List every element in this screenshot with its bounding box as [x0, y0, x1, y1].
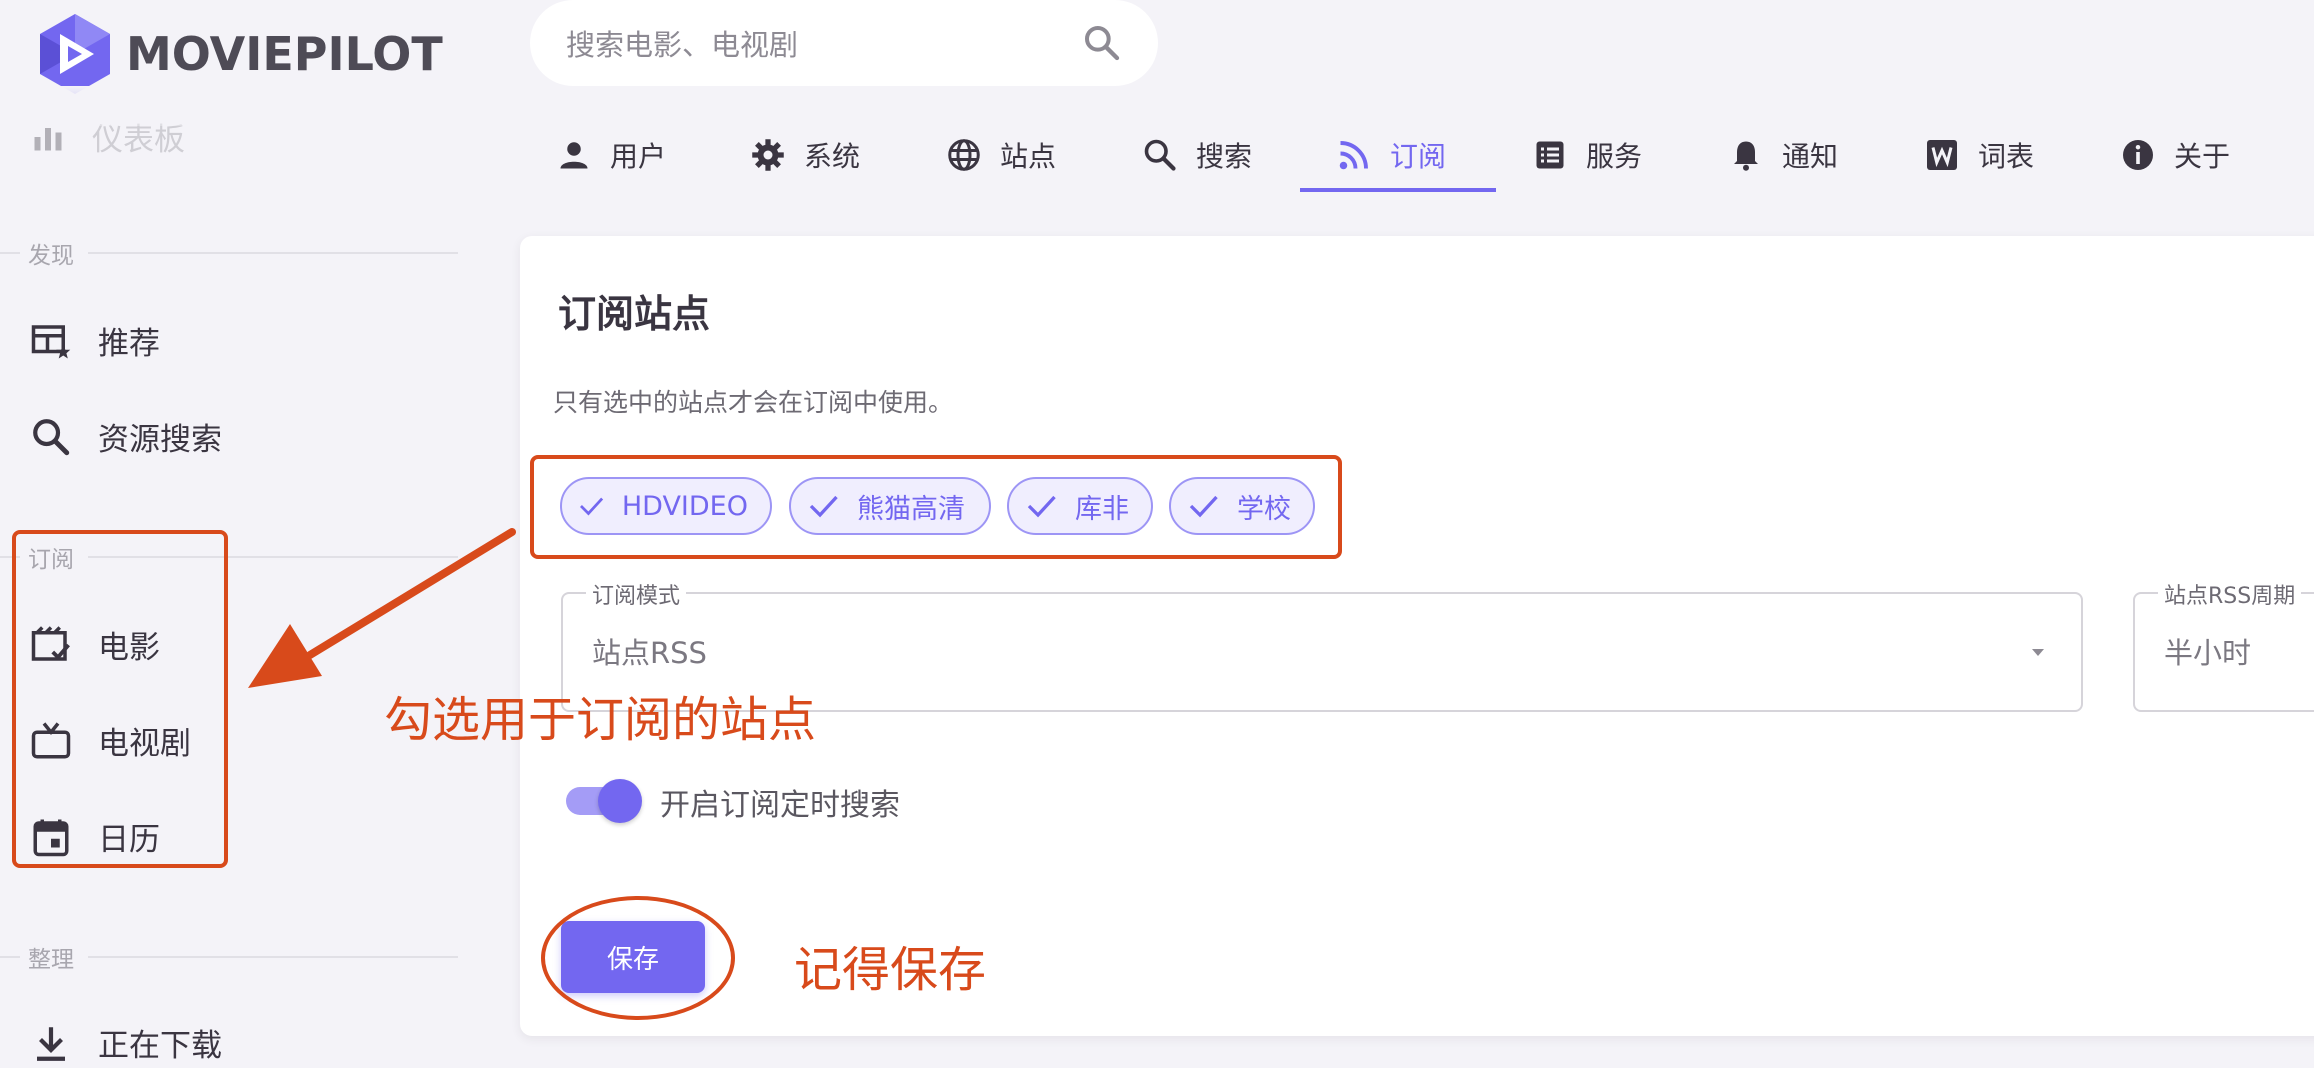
gear-icon [752, 139, 784, 171]
sidebar-item-label: 正在下载 [98, 1028, 222, 1064]
search-icon[interactable] [1082, 23, 1122, 63]
sidebar-section-organize: 整理 [0, 940, 458, 974]
tab-search[interactable]: 搜索 [1142, 130, 1252, 180]
card-subtitle: 只有选中的站点才会在订阅中使用。 [553, 388, 954, 417]
rss-period-label: 站点RSS周期 [2158, 578, 2302, 610]
w-icon [1927, 140, 1957, 170]
tab-words[interactable]: 词表 [1924, 130, 2034, 180]
sidebar-item-downloading[interactable]: 正在下载 [30, 1020, 222, 1065]
account-icon [560, 142, 588, 169]
sidebar-item-label: 资源搜索 [98, 422, 222, 458]
tab-subscribe[interactable]: 订阅 [1336, 130, 1446, 180]
tab-sites[interactable]: 站点 [946, 130, 1056, 180]
annotation-ellipse-save [541, 896, 735, 1020]
tab-system[interactable]: 系统 [750, 130, 860, 180]
sidebar-item-recommend[interactable]: 推荐 [30, 318, 160, 363]
search-icon [33, 418, 70, 455]
annotation-box-sites [530, 455, 1342, 559]
moviepilot-logo-icon [40, 14, 110, 94]
table-star-icon [31, 324, 71, 358]
sidebar-fade [0, 86, 520, 126]
tab-services[interactable]: 服务 [1532, 130, 1642, 180]
tab-notify[interactable]: 通知 [1728, 130, 1838, 180]
sidebar-item-label: 推荐 [98, 326, 160, 362]
tab-about[interactable]: 关于 [2120, 130, 2230, 180]
sidebar-section-discover: 发现 [0, 236, 458, 270]
info-icon [2123, 140, 2153, 170]
rss-icon [1339, 141, 1368, 170]
card-title: 订阅站点 [558, 292, 711, 336]
search-bar[interactable]: 搜索电影、电视剧 [530, 0, 1158, 86]
annotation-arrow-icon [248, 528, 516, 688]
annotation-box-sidebar [12, 530, 228, 868]
bell-icon [1734, 141, 1758, 171]
search-icon [1144, 139, 1176, 171]
search-input[interactable]: 搜索电影、电视剧 [566, 22, 1082, 64]
active-tab-indicator [1300, 188, 1496, 192]
subscribe-mode-value: 站点RSS [592, 636, 707, 670]
annotation-sites-note: 勾选用于订阅的站点 [384, 692, 817, 748]
app-logo[interactable]: MOVIEPILOT [36, 12, 443, 96]
tab-user[interactable]: 用户 [556, 130, 666, 180]
sidebar-item-resource-search[interactable]: 资源搜索 [30, 414, 222, 459]
logo-text: MOVIEPILOT [126, 27, 443, 81]
list-icon [1536, 141, 1564, 169]
download-icon [37, 1026, 65, 1061]
rss-period-value: 半小时 [2164, 636, 2252, 670]
annotation-save-note: 记得保存 [794, 942, 987, 998]
subscribe-mode-label: 订阅模式 [586, 578, 687, 610]
toggle-knob[interactable] [598, 779, 642, 823]
chevron-down-icon[interactable] [2024, 640, 2052, 664]
globe-icon [948, 139, 980, 171]
timed-search-label: 开启订阅定时搜索 [660, 788, 900, 823]
